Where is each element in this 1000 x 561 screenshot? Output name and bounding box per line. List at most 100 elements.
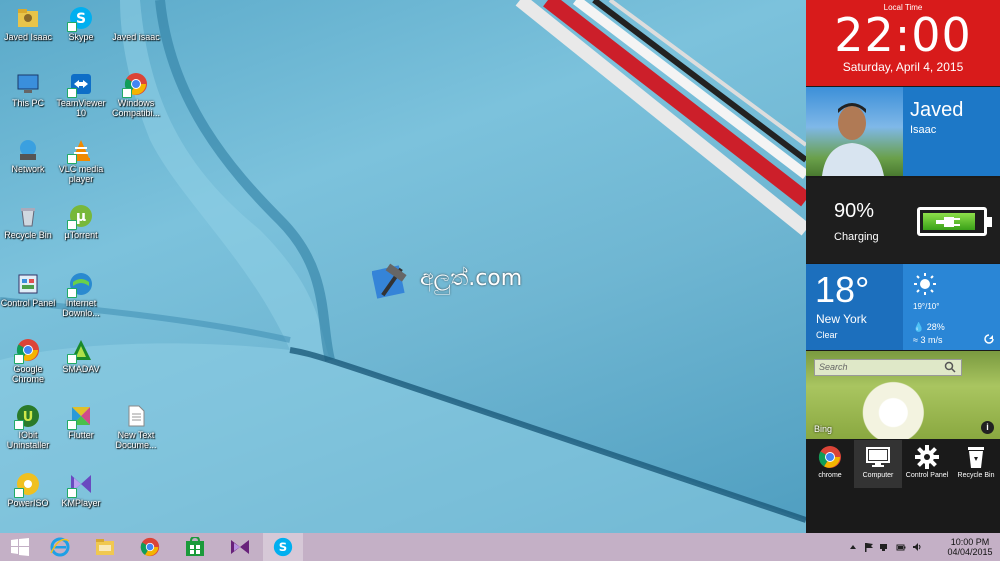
desktop-icon-smadav[interactable]: SMADAV [53,338,109,374]
refresh-icon[interactable] [984,334,994,344]
info-icon[interactable]: i [981,421,994,434]
user-last-name: Isaac [910,124,937,136]
skype-icon: S [67,6,93,32]
battery-level-fill [923,213,976,230]
taskbar-store[interactable] [175,533,215,561]
taskbar-internet-explorer[interactable] [40,533,80,561]
desktop-icon-this-pc[interactable]: This PC [0,72,56,108]
desktop-icon-new-text-document[interactable]: New Text Docume... [108,404,164,450]
visual-studio-icon [231,540,249,554]
taskbar-clock-date: 04/04/2015 [947,547,993,557]
bing-search-input[interactable]: Search [814,359,962,376]
desktop-icon-utorrent[interactable]: µ µTorrent [53,204,109,240]
site-logo: අලුත්.com [371,262,542,306]
desktop-icon-recycle-bin[interactable]: Recycle Bin [0,204,56,240]
weather-range: 19°/10° [913,302,940,311]
battery-percent: 90% [834,200,875,222]
svg-text:S: S [279,540,287,554]
volume-icon[interactable] [912,542,922,552]
chevron-up-icon[interactable] [848,542,858,552]
quick-launch-computer[interactable]: Computer [854,440,902,488]
desktop-icon-network[interactable]: Network [0,138,56,174]
chrome-icon [818,445,842,469]
flutter-icon [67,404,93,430]
user-folder-icon [124,6,148,30]
utorrent-icon: µ [67,204,93,230]
desktop-icon-javed-isaac-2[interactable]: Javed isaac [108,6,164,42]
clock-tile[interactable]: Local Time 22:00 Saturday, April 4, 2015 [806,0,1000,86]
start-button[interactable] [0,533,40,561]
desktop-icon-skype[interactable]: S Skype [53,6,109,42]
taskbar-clock-time: 10:00 PM [950,537,990,547]
battery-tray-icon[interactable] [896,542,906,552]
quick-launch-chrome[interactable]: chrome [806,440,854,488]
desktop-icon-control-panel[interactable]: Control Panel [0,272,56,308]
quick-launch-bar: chrome Computer Control Panel Recycle Bi… [806,440,1000,488]
iobit-icon: U [14,404,40,430]
system-tray: 10:00 PM 04/04/2015 [840,533,1000,561]
weather-humidity: 💧 28% [913,322,945,333]
bing-label: Bing [814,424,833,434]
windows-start-icon [11,538,29,556]
svg-text:S: S [76,11,86,27]
battery-icon [917,207,992,236]
chrome-icon [122,72,148,98]
wind-icon: ≈ [913,335,918,345]
desktop-icon-windows-compatibility[interactable]: Windows Compatibi... [108,72,164,118]
taskbar-file-explorer[interactable] [85,533,125,561]
network-status-icon[interactable] [880,542,890,552]
user-avatar [806,87,903,176]
internet-explorer-icon [50,537,70,557]
idm-icon [67,272,93,298]
desktop-icon-javed-isaac-folder[interactable]: Javed Isaac [0,6,56,42]
svg-text:µ: µ [76,209,86,225]
droplet-icon: 💧 [913,322,925,332]
quick-launch-control-panel[interactable]: Control Panel [903,440,951,488]
desktop-wallpaper: Javed Isaac This PC Network Recycle Bin … [0,0,806,533]
action-center-flag-icon[interactable] [864,542,874,552]
desktop-icon-teamviewer[interactable]: TeamViewer 10 [53,72,109,118]
control-panel-icon [16,272,40,296]
weather-wind: ≈ 3 m/s [913,335,942,345]
weather-tile[interactable]: 18° New York Clear [806,264,903,350]
user-tile[interactable]: Javed Isaac [806,87,1000,176]
quick-launch-recycle-bin[interactable]: Recycle Bin [952,440,1000,488]
weather-condition: Clear [816,330,838,340]
user-folder-icon [16,6,40,30]
desktop-icon-vlc[interactable]: VLC media player [53,138,109,184]
recycle-bin-icon [16,204,40,228]
desktop-icon-poweriso[interactable]: PowerISO [0,472,56,508]
taskbar-skype[interactable]: S [263,533,303,561]
battery-state: Charging [834,231,879,243]
logo-text: අලුත්.com [420,266,523,291]
vlc-icon [67,138,93,164]
sun-icon [914,273,936,295]
taskbar: S 10:00 PM 04/04/2015 [0,533,1000,561]
taskbar-visual-studio[interactable] [220,533,260,561]
desktop-icon-internet-download-manager[interactable]: Internet Downlo... [53,272,109,318]
weather-details-tile[interactable]: 19°/10° 💧 28% ≈ 3 m/s [903,264,1000,350]
skype-icon: S [273,537,293,557]
chrome-icon [140,537,160,557]
weather-wind-value: 3 m/s [920,335,943,345]
store-icon [186,537,204,556]
chrome-icon [14,338,40,364]
text-document-icon [124,404,148,428]
search-icon[interactable] [944,361,956,373]
monitor-icon [866,445,890,469]
taskbar-clock[interactable]: 10:00 PM 04/04/2015 [940,537,1000,557]
clock-time: 22:00 [834,8,972,62]
taskbar-chrome[interactable] [130,533,170,561]
desktop-icon-kmplayer[interactable]: KMPlayer [53,472,109,508]
computer-icon [16,72,40,96]
poweriso-icon [14,472,40,498]
desktop-icon-iobit-uninstaller[interactable]: U IObit Uninstaller [0,404,56,450]
desktop-icon-google-chrome[interactable]: Google Chrome [0,338,56,384]
battery-tile[interactable]: 90% Charging [806,178,1000,263]
kmplayer-icon [67,472,93,498]
bing-tile[interactable]: Search Bing i [806,351,1000,439]
file-explorer-icon [96,539,114,555]
smadav-icon [67,338,93,364]
desktop-icon-flutter[interactable]: Flutter [53,404,109,440]
gadget-panel: Local Time 22:00 Saturday, April 4, 2015… [806,0,1000,533]
